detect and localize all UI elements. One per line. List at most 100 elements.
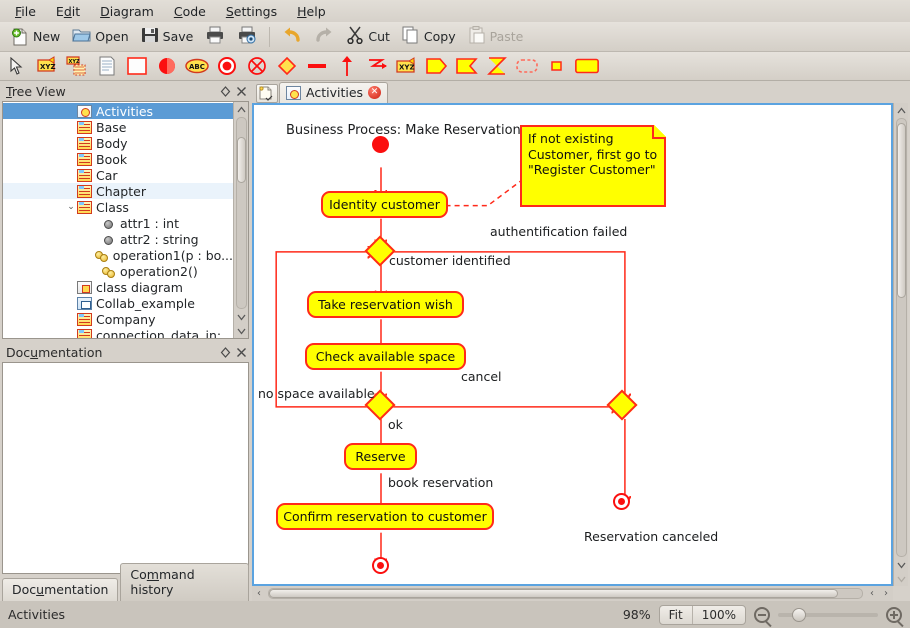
menu-item-code[interactable]: Code	[165, 2, 215, 21]
scroll-up-icon[interactable]	[234, 102, 248, 116]
menu-item-edit[interactable]: Edit	[47, 2, 89, 21]
tree-item-class-diagram[interactable]: class diagram	[3, 279, 233, 295]
activity-tool[interactable]	[574, 54, 600, 79]
arrow-up-tool[interactable]	[334, 54, 360, 79]
paste-button[interactable]: Paste	[463, 24, 529, 50]
final-node-finished[interactable]	[372, 557, 389, 574]
save-button[interactable]: Save	[136, 24, 199, 50]
cut-button[interactable]: Cut	[341, 24, 395, 50]
scroll-down-icon-2[interactable]	[894, 572, 908, 586]
tree-item-body[interactable]: Body	[3, 135, 233, 151]
scroll-up-icon[interactable]	[894, 103, 908, 117]
tree-item-company[interactable]: Company	[3, 311, 233, 327]
documentation-textarea[interactable]	[2, 362, 249, 574]
tree-item-car[interactable]: Car	[3, 167, 233, 183]
diagram-column: Activities ✕ Business Process: Make Rese…	[252, 81, 910, 601]
zoom-out-icon[interactable]	[754, 606, 770, 623]
toolbar-separator	[269, 26, 271, 47]
print-preview-button[interactable]	[232, 24, 262, 50]
diagram-tab-activities[interactable]: Activities ✕	[279, 82, 389, 103]
initial-node[interactable]	[372, 136, 389, 153]
scroll-left-icon-2[interactable]: ‹	[865, 588, 879, 599]
zoom-fit-button[interactable]: Fit	[660, 606, 692, 624]
new-tab-button[interactable]	[256, 84, 278, 103]
anchor-tool[interactable]: XYZ	[64, 54, 90, 79]
undo-button[interactable]	[277, 24, 307, 50]
float-icon[interactable]	[217, 83, 233, 99]
signal-tool[interactable]	[364, 54, 390, 79]
decision-tool[interactable]	[274, 54, 300, 79]
tree-item-class[interactable]: ⌄ Class	[3, 199, 233, 215]
print-button[interactable]	[200, 24, 230, 50]
scroll-down-icon[interactable]	[234, 310, 248, 324]
tree-item-operation1-p-bo[interactable]: operation1(p : bo...	[3, 247, 233, 263]
tab-command-history[interactable]: Command history	[120, 563, 249, 601]
final-node-canceled[interactable]	[613, 493, 630, 510]
chevron-down-icon[interactable]: ⌄	[65, 202, 77, 212]
tree-item-operation2[interactable]: operation2()	[3, 263, 233, 279]
accept-signal-tool[interactable]	[454, 54, 480, 79]
box-tool[interactable]	[124, 54, 150, 79]
tab-documentation[interactable]: Documentation	[2, 578, 119, 601]
new-button[interactable]: New	[6, 24, 65, 50]
note-xyz-tool[interactable]: XYZ	[34, 54, 60, 79]
scroll-down-icon[interactable]	[894, 558, 908, 572]
tree-scroll-thumb[interactable]	[236, 137, 246, 183]
hscroll-thumb[interactable]	[269, 589, 839, 598]
scroll-down-icon-2[interactable]	[234, 324, 248, 338]
close-tab-icon[interactable]: ✕	[368, 86, 382, 99]
menu-item-help[interactable]: Help	[288, 2, 335, 21]
time-event-tool[interactable]	[484, 54, 510, 79]
select-pointer-tool[interactable]	[4, 54, 30, 79]
region-tool[interactable]	[514, 54, 540, 79]
close-icon[interactable]	[233, 344, 249, 360]
pin-tool[interactable]	[544, 54, 570, 79]
menu-item-file[interactable]: FFileile	[6, 2, 45, 21]
tree-item-collab-example[interactable]: Collab_example	[3, 295, 233, 311]
package-icon	[77, 200, 92, 214]
object-node-tool[interactable]: XYZ	[394, 54, 420, 79]
activity-confirm-reservation[interactable]: Confirm reservation to customer	[276, 503, 494, 530]
tree-item-connection-data-in[interactable]: connection_data_in:...	[3, 327, 233, 338]
tree-item-activities[interactable]: Activities	[3, 103, 233, 119]
initial-state-tool[interactable]	[154, 54, 180, 79]
tree-item-attr1-int[interactable]: attr1 : int	[3, 215, 233, 231]
tree-item-chapter[interactable]: Chapter	[3, 183, 233, 199]
send-signal-tool[interactable]	[424, 54, 450, 79]
tree-item-book[interactable]: Book	[3, 151, 233, 167]
end-state-tool[interactable]	[214, 54, 240, 79]
float-icon[interactable]	[217, 344, 233, 360]
canvas-horizontal-scrollbar[interactable]: ‹ ‹ ›	[252, 586, 893, 601]
text-note-tool[interactable]	[94, 54, 120, 79]
canvas-scroll-thumb[interactable]	[896, 123, 906, 299]
abc-state-tool[interactable]: ABC	[184, 54, 210, 79]
canvas-vertical-scrollbar[interactable]	[893, 103, 908, 586]
tree-scroll-track[interactable]	[235, 117, 247, 309]
deactivate-tool[interactable]	[244, 54, 270, 79]
activity-take-reservation-wish[interactable]: Take reservation wish	[307, 291, 464, 318]
activity-identity-customer[interactable]: Identity customer	[321, 191, 448, 218]
hscroll-track[interactable]	[268, 588, 863, 599]
zoom-100-button[interactable]: 100%	[693, 606, 745, 624]
zoom-slider-thumb[interactable]	[792, 607, 806, 622]
zoom-slider[interactable]	[778, 607, 878, 622]
zoom-in-icon[interactable]	[886, 606, 902, 623]
horizontal-bar-tool[interactable]	[304, 54, 330, 79]
activity-reserve[interactable]: Reserve	[344, 443, 417, 470]
canvas-scroll-track[interactable]	[895, 118, 907, 557]
activity-check-available-space[interactable]: Check available space	[305, 343, 466, 370]
open-button[interactable]: Open	[67, 24, 133, 50]
tree-item-base[interactable]: Base	[3, 119, 233, 135]
menu-item-settings[interactable]: Settings	[217, 2, 286, 21]
tree-vertical-scrollbar[interactable]	[233, 102, 248, 338]
close-icon[interactable]	[233, 83, 249, 99]
tree-list[interactable]: Activities Base Body Book Car Chapter ⌄ Class at…	[3, 102, 233, 338]
menu-item-diagram[interactable]: Diagram	[91, 2, 163, 21]
diagram-canvas[interactable]: Business Process: Make Reservation If no…	[252, 103, 893, 586]
tree-item-attr2-string[interactable]: attr2 : string	[3, 231, 233, 247]
scroll-right-icon[interactable]: ›	[879, 588, 893, 599]
copy-button[interactable]: Copy	[397, 24, 461, 50]
scroll-left-icon[interactable]: ‹	[252, 588, 266, 599]
diagram-note[interactable]: If not existing Customer, first go to "R…	[520, 125, 666, 207]
redo-button[interactable]	[309, 24, 339, 50]
